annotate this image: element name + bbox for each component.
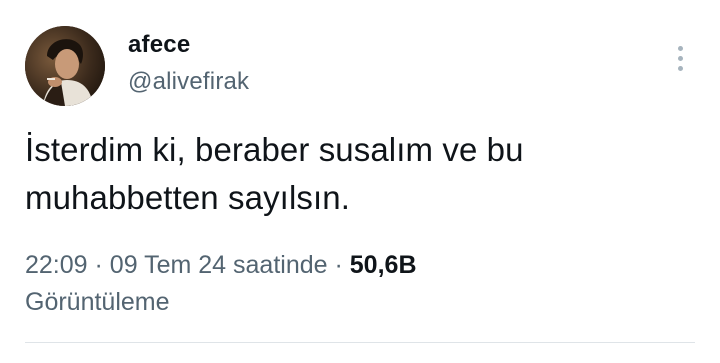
tweet-card: afece @alivefirak İsterdim ki, beraber s… [0, 0, 720, 363]
more-dot [677, 45, 683, 51]
tweet-date[interactable]: 09 Tem 24 saatinde [110, 251, 328, 279]
meta-separator: · [94, 251, 110, 279]
tweet-meta: 22:09 · 09 Tem 24 saatinde · 50,6B [25, 244, 417, 286]
avatar-image [25, 26, 105, 106]
avatar[interactable] [25, 26, 105, 106]
views-label: Görüntüleme [25, 288, 170, 316]
tweet-text-line: İsterdim ki, beraber susalım ve bu [25, 131, 524, 168]
more-vertical-icon[interactable] [666, 40, 694, 76]
divider [25, 342, 695, 343]
author-handle[interactable]: @alivefirak [128, 68, 249, 96]
tweet-text-line: muhabbetten sayılsın. [25, 179, 350, 216]
views-count[interactable]: 50,6B [350, 251, 417, 279]
more-dot [677, 55, 683, 61]
more-dot [677, 65, 683, 71]
meta-separator: · [334, 251, 350, 279]
tweet-text: İsterdim ki, beraber susalım ve bu muhab… [25, 126, 665, 222]
author-display-name[interactable]: afece [128, 31, 190, 59]
tweet-time[interactable]: 22:09 [25, 251, 88, 279]
